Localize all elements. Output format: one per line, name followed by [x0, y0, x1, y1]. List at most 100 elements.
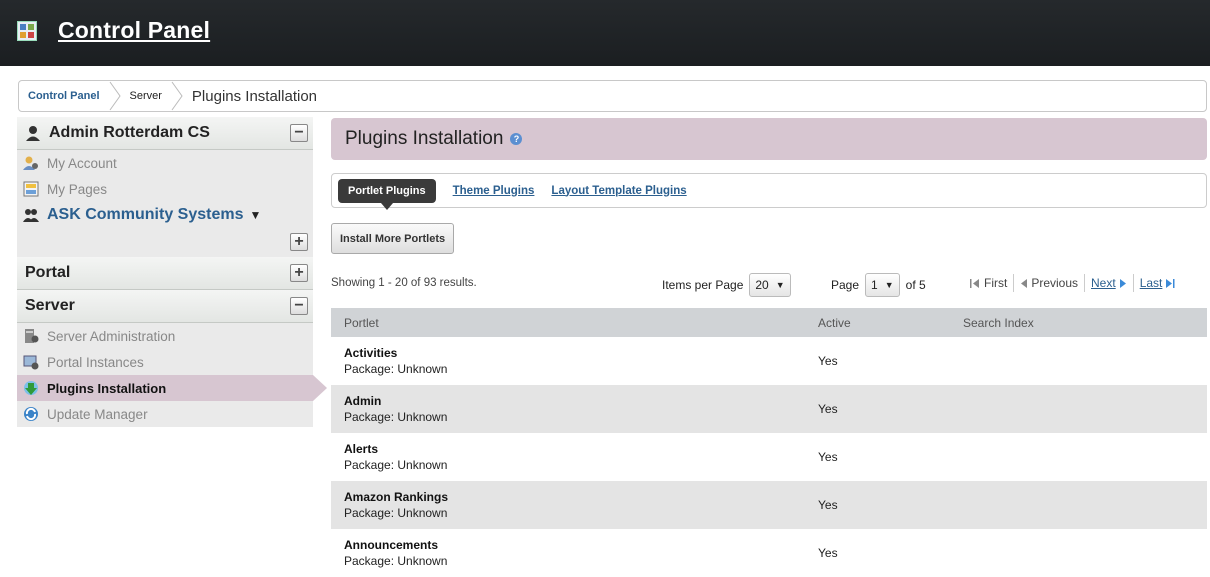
last-page-icon: [1166, 278, 1175, 288]
portal-instances-icon: [23, 355, 39, 370]
pager-previous-label: Previous: [1031, 276, 1079, 290]
portlet-name: Admin: [344, 394, 382, 408]
community-icon: [23, 209, 39, 222]
plugin-tabs: Portlet Plugins Theme Plugins Layout Tem…: [331, 173, 1207, 210]
user-section-title: Admin Rotterdam CS: [49, 124, 210, 141]
chevron-down-icon: ▼: [884, 280, 894, 290]
breadcrumb-current: Plugins Installation: [191, 87, 317, 105]
pager: First Previous Next Last: [964, 274, 1182, 292]
sidebar-item-my-account[interactable]: My Account: [17, 150, 313, 176]
items-per-page: Items per Page 20 ▼: [662, 273, 791, 297]
portlet-package: Package: Unknown: [344, 458, 448, 472]
portlet-name: Alerts: [344, 442, 379, 456]
page-title: Plugins Installation: [345, 128, 504, 149]
install-more-portlets-button[interactable]: Install More Portlets: [331, 223, 455, 254]
portal-section-title: Portal: [25, 264, 71, 281]
pager-last[interactable]: Last: [1132, 274, 1183, 292]
portlet-package: Package: Unknown: [344, 362, 448, 376]
table-row[interactable]: Announcements Package: Unknown Yes: [331, 529, 1207, 577]
sidebar-item-label: Plugins Installation: [47, 380, 167, 396]
tab-theme-plugins[interactable]: Theme Plugins: [453, 185, 535, 197]
portlet-active: Yes: [818, 498, 838, 512]
column-header-portlet[interactable]: Portlet: [331, 316, 818, 330]
column-header-active[interactable]: Active: [818, 316, 963, 330]
site-selector[interactable]: ASK Community Systems ▼: [17, 202, 313, 228]
table-row[interactable]: Amazon Rankings Package: Unknown Yes: [331, 481, 1207, 529]
pager-last-label[interactable]: Last: [1140, 276, 1163, 290]
sidebar-item-plugins-installation[interactable]: Plugins Installation: [17, 375, 327, 401]
portlet-name: Activities: [344, 346, 398, 360]
portlet-name: Announcements: [344, 538, 439, 552]
portlet-title-bar: Plugins Installation ?: [331, 118, 1207, 160]
page-label: Page: [831, 278, 860, 292]
page-selector: Page 1 ▼ of 5: [831, 273, 926, 297]
portlet-active: Yes: [818, 402, 838, 416]
pager-previous: Previous: [1013, 274, 1084, 292]
table-row[interactable]: Admin Package: Unknown Yes: [331, 385, 1207, 433]
table-row[interactable]: Alerts Package: Unknown Yes: [331, 433, 1207, 481]
sidebar-item-my-pages[interactable]: My Pages: [17, 176, 313, 202]
user-section-header: Admin Rotterdam CS −: [17, 117, 313, 150]
page-select[interactable]: 1 ▼: [865, 273, 900, 297]
chevron-down-icon: ▼: [249, 208, 262, 222]
tab-portlet-plugins[interactable]: Portlet Plugins: [338, 178, 436, 210]
sidebar-item-portal-instances[interactable]: Portal Instances: [17, 349, 313, 375]
main-content: Plugins Installation ? Portlet Plugins T…: [331, 118, 1207, 568]
sidebar-item-label: Server Administration: [47, 328, 176, 344]
portlet-package: Package: Unknown: [344, 410, 448, 424]
items-per-page-select[interactable]: 20 ▼: [749, 273, 791, 297]
results-summary: Showing 1 - 20 of 93 results.: [331, 277, 477, 289]
user-icon: [26, 126, 40, 141]
sidebar-item-label: My Account: [47, 155, 117, 171]
app-title-link[interactable]: Control Panel: [58, 17, 210, 44]
site-add-row: +: [17, 228, 313, 257]
add-site-button[interactable]: +: [290, 233, 308, 251]
breadcrumb-separator-icon: [109, 81, 121, 111]
control-panel-logo-icon: [17, 21, 37, 41]
expand-portal-section-button[interactable]: +: [290, 264, 308, 282]
portlet-active: Yes: [818, 354, 838, 368]
pager-first: First: [964, 274, 1013, 292]
next-page-icon: [1119, 278, 1126, 288]
pager-next[interactable]: Next: [1084, 274, 1133, 292]
server-section-header[interactable]: Server −: [17, 290, 313, 323]
pager-next-label[interactable]: Next: [1091, 276, 1116, 290]
page-total: of 5: [905, 278, 926, 292]
plugins-table: Portlet Active Search Index Activities Pa…: [331, 308, 1207, 577]
portlet-package: Package: Unknown: [344, 554, 448, 568]
breadcrumb-control-panel[interactable]: Control Panel: [28, 90, 100, 102]
top-bar: Control Panel: [0, 0, 1210, 66]
page-value: 1: [871, 278, 878, 292]
sidebar: Admin Rotterdam CS − My Account My Pages…: [17, 117, 327, 441]
help-icon[interactable]: ?: [510, 133, 523, 145]
chevron-down-icon: ▼: [775, 280, 785, 290]
pager-first-label: First: [984, 276, 1008, 290]
items-per-page-label: Items per Page: [662, 278, 744, 292]
collapse-server-section-button[interactable]: −: [290, 297, 308, 315]
portlet-name: Amazon Rankings: [344, 490, 449, 504]
breadcrumb-separator-icon: [171, 81, 183, 111]
breadcrumb-server[interactable]: Server: [130, 90, 162, 102]
plugins-install-icon: [24, 381, 38, 395]
breadcrumb: Control Panel Server Plugins Installatio…: [18, 80, 1207, 112]
portlet-active: Yes: [818, 450, 838, 464]
first-page-icon: [970, 278, 979, 288]
portlet-package: Package: Unknown: [344, 506, 448, 520]
items-per-page-value: 20: [755, 278, 769, 292]
table-header: Portlet Active Search Index: [331, 308, 1207, 337]
collapse-user-section-button[interactable]: −: [290, 124, 308, 142]
tab-layout-template-plugins[interactable]: Layout Template Plugins: [551, 185, 686, 197]
server-admin-icon: [25, 329, 39, 343]
sidebar-item-label: My Pages: [47, 181, 108, 197]
sidebar-item-server-administration[interactable]: Server Administration: [17, 323, 313, 349]
account-icon: [23, 156, 38, 170]
column-header-search-index[interactable]: Search Index: [963, 316, 1207, 330]
update-manager-icon: [24, 407, 38, 421]
portal-section-header[interactable]: Portal +: [17, 257, 313, 290]
table-row[interactable]: Activities Package: Unknown Yes: [331, 337, 1207, 385]
sidebar-item-label: Update Manager: [47, 406, 148, 422]
pages-icon: [23, 181, 39, 197]
sidebar-item-update-manager[interactable]: Update Manager: [17, 401, 313, 427]
server-section-title: Server: [25, 297, 75, 314]
previous-page-icon: [1021, 278, 1028, 288]
